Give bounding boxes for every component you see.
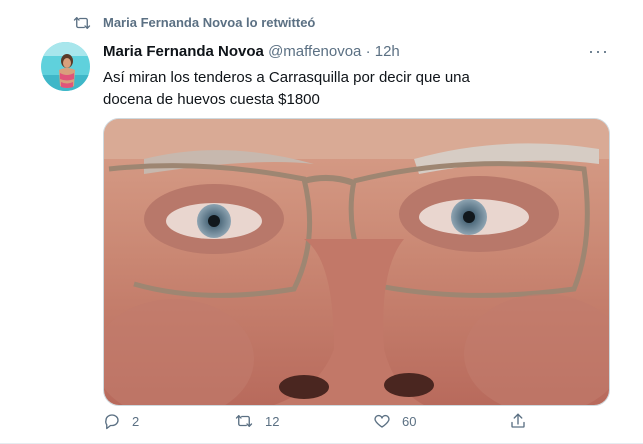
tweet-actions: 2 12 60 [103,412,533,436]
retweet-count: 12 [265,413,280,429]
retweet-button[interactable]: 12 [234,412,279,430]
author-name[interactable]: Maria Fernanda Novoa [103,43,264,60]
tweet-text: Así miran los tenderos a Carrasquilla po… [103,69,470,108]
like-count: 60 [402,413,417,429]
tweet-image[interactable] [103,118,610,406]
avatar[interactable] [41,42,90,91]
share-icon [511,413,525,428]
reply-icon [105,414,119,430]
retweet-icon [73,17,91,29]
tweet-time[interactable]: 12h [375,43,400,60]
share-button[interactable] [509,412,538,430]
like-button[interactable]: 60 [373,412,416,430]
more-icon[interactable]: ··· [588,42,609,60]
separator: · [365,43,371,60]
retweet-context-label: Maria Fernanda Novoa lo retwitteó [103,15,316,30]
tweet-header: Maria Fernanda Novoa @maffenovoa · 12h [103,43,400,60]
tweet[interactable]: Maria Fernanda Novoa lo retwitteó Maria … [0,0,643,444]
author-handle[interactable]: @maffenovoa [268,43,361,60]
heart-icon [374,414,390,428]
reply-button[interactable]: 2 [103,412,139,430]
reply-count: 2 [132,413,140,429]
retweet-icon [235,415,253,427]
